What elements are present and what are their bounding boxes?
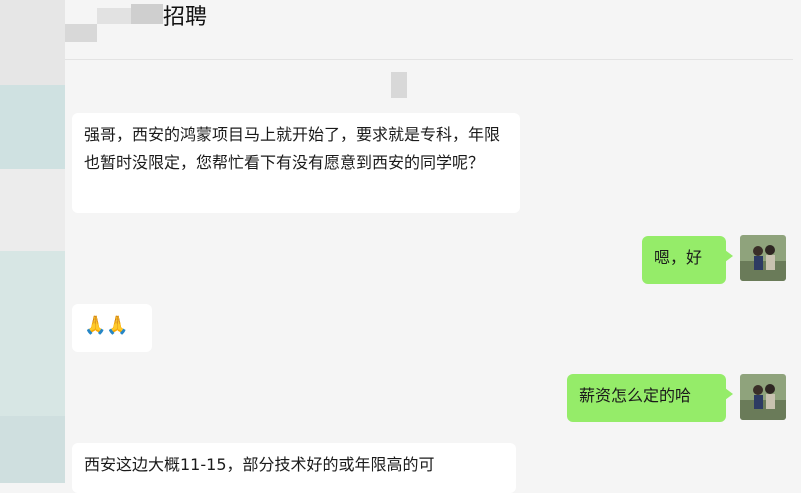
chat-panel: 招聘 强哥，西安的鸿蒙项目马上就开始了，要求就是专科，年限也暂时没限定，您帮忙看…: [65, 0, 801, 493]
message-bubble-outgoing[interactable]: 薪资怎么定的哈: [567, 374, 733, 422]
blurred-name-region: [131, 4, 163, 24]
conversation-list: [0, 0, 65, 483]
blurred-name-region: [65, 24, 97, 42]
my-avatar[interactable]: [740, 374, 786, 420]
conversation-item[interactable]: [0, 169, 65, 251]
conversation-item[interactable]: [0, 416, 65, 483]
blurred-timestamp: [391, 72, 407, 98]
conversation-item[interactable]: [0, 251, 65, 416]
my-avatar[interactable]: [740, 235, 786, 281]
conversation-item[interactable]: [0, 0, 65, 85]
message-bubble-incoming[interactable]: 强哥，西安的鸿蒙项目马上就开始了，要求就是专科，年限也暂时没限定，您帮忙看下有没…: [72, 113, 520, 213]
message-bubble-incoming[interactable]: 🙏🙏: [72, 304, 152, 352]
chat-header: 招聘: [65, 0, 793, 60]
chat-title: 招聘: [163, 5, 208, 30]
message-bubble-outgoing[interactable]: 嗯，好: [642, 236, 733, 284]
conversation-item[interactable]: [0, 85, 65, 169]
message-bubble-incoming[interactable]: 西安这边大概11-15，部分技术好的或年限高的可: [72, 443, 516, 493]
